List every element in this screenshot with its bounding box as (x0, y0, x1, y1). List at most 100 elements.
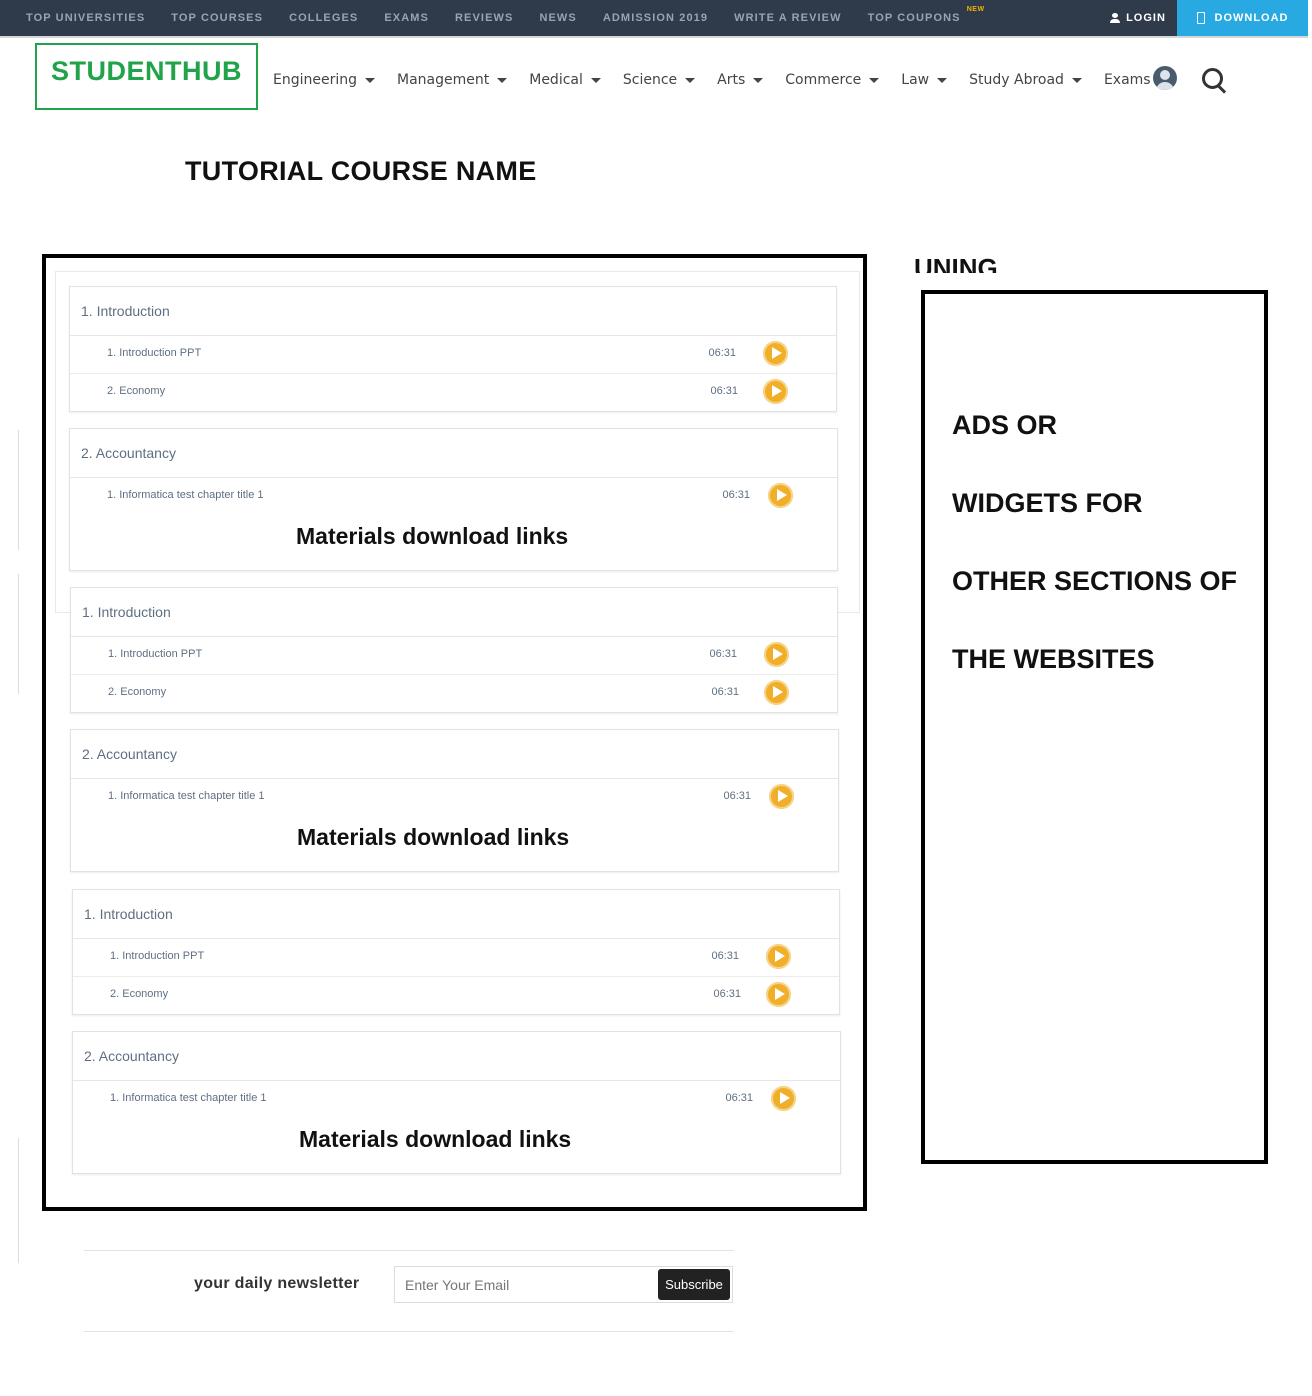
caret-down-icon (1071, 77, 1082, 83)
sidebar-cutoff-heading: UNING (914, 255, 998, 273)
caret-down-icon (869, 77, 880, 83)
lesson-row[interactable]: 2. Economy 06:31 (70, 374, 836, 411)
lesson-title: 1. Informatica test chapter title 1 (107, 489, 264, 501)
lesson-title: 2. Economy (107, 385, 166, 397)
lesson-title: 1. Introduction PPT (107, 347, 202, 359)
lesson-row[interactable]: 1. Introduction PPT 06:31 (71, 637, 837, 675)
new-badge: NEW (966, 6, 985, 13)
newsletter-divider-top (84, 1250, 734, 1251)
caret-down-icon (937, 77, 948, 83)
section-title[interactable]: 1. Introduction (73, 890, 839, 939)
top-bar: TOP UNIVERSITIES TOP COURSES COLLEGES EX… (0, 0, 1308, 36)
course-section: 1. Introduction 1. Introduction PPT 06:3… (72, 889, 840, 1015)
play-icon[interactable] (771, 1086, 796, 1111)
ad-line: ADS OR (952, 410, 1058, 440)
lesson-title: 1. Informatica test chapter title 1 (110, 1092, 267, 1104)
user-avatar-icon[interactable] (1153, 66, 1177, 90)
lesson-duration: 06:31 (723, 790, 751, 802)
ad-line: OTHER SECTIONS OF (952, 566, 1238, 596)
lesson-row[interactable]: 2. Economy 06:31 (73, 977, 839, 1014)
play-icon[interactable] (763, 379, 788, 404)
login-label: LOGIN (1126, 12, 1166, 24)
nav-medical[interactable]: Medical (529, 72, 601, 88)
phone-icon (1196, 12, 1205, 24)
section-title[interactable]: 2. Accountancy (73, 1032, 840, 1081)
caret-down-icon (365, 77, 375, 83)
section-title[interactable]: 2. Accountancy (70, 429, 837, 478)
top-nav-colleges[interactable]: COLLEGES (289, 12, 358, 24)
main-nav: Engineering Management Medical Science A… (273, 66, 1191, 94)
page-edge-line (18, 574, 19, 694)
lesson-duration: 06:31 (711, 686, 739, 698)
section-title[interactable]: 1. Introduction (71, 588, 837, 637)
materials-download-link[interactable]: Materials download links (297, 824, 569, 851)
newsletter-email-input[interactable] (395, 1267, 673, 1302)
sidebar-cutoff-text: UNING (914, 255, 998, 273)
play-icon[interactable] (763, 341, 788, 366)
section-title[interactable]: 1. Introduction (70, 287, 836, 336)
nav-management[interactable]: Management (397, 72, 508, 88)
play-icon[interactable] (764, 642, 789, 667)
lesson-duration: 06:31 (711, 950, 739, 962)
ads-widget-box: ADS OR WIDGETS FOR OTHER SECTIONS OF THE… (921, 290, 1268, 1164)
lesson-row[interactable]: 1. Introduction PPT 06:31 (73, 939, 839, 977)
lesson-row[interactable]: 1. Informatica test chapter title 1 06:3… (73, 1081, 840, 1118)
materials-download-link[interactable]: Materials download links (296, 523, 568, 550)
nav-study-abroad[interactable]: Study Abroad (969, 72, 1082, 88)
nav-commerce[interactable]: Commerce (785, 72, 880, 88)
play-icon[interactable] (766, 944, 791, 969)
materials-download-link[interactable]: Materials download links (299, 1126, 571, 1153)
subscribe-button[interactable]: Subscribe (658, 1269, 730, 1300)
search-icon[interactable] (1202, 68, 1227, 94)
top-nav-coupons[interactable]: TOP COUPONS NEW (867, 6, 985, 24)
nav-label: Science (622, 72, 678, 88)
lesson-duration: 06:31 (708, 347, 736, 359)
top-nav-reviews[interactable]: REVIEWS (455, 12, 513, 24)
top-nav-universities[interactable]: TOP UNIVERSITIES (26, 12, 145, 24)
download-label: DOWNLOAD (1214, 12, 1289, 24)
lesson-duration: 06:31 (710, 385, 738, 397)
play-icon[interactable] (764, 680, 789, 705)
play-icon[interactable] (769, 784, 794, 809)
play-icon[interactable] (768, 483, 793, 508)
lesson-row[interactable]: 1. Introduction PPT 06:31 (70, 336, 836, 374)
lesson-row[interactable]: 1. Informatica test chapter title 1 06:3… (71, 779, 838, 816)
play-icon[interactable] (766, 982, 791, 1007)
lesson-title: 1. Introduction PPT (110, 950, 205, 962)
nav-label: Law (901, 72, 930, 88)
section-title[interactable]: 2. Accountancy (71, 730, 838, 779)
lesson-row[interactable]: 2. Economy 06:31 (71, 675, 837, 712)
ad-line: WIDGETS FOR (952, 488, 1143, 518)
top-nav-admission[interactable]: ADMISSION 2019 (603, 12, 708, 24)
nav-law[interactable]: Law (901, 72, 948, 88)
site-logo[interactable]: STUDENTHUB (35, 43, 258, 110)
top-nav-news[interactable]: NEWS (539, 12, 576, 24)
page-edge-line (18, 1138, 19, 1263)
top-nav-coupons-label: TOP COUPONS (867, 12, 961, 24)
login-button[interactable]: LOGIN (1100, 0, 1176, 36)
top-nav-write-review[interactable]: WRITE A REVIEW (734, 12, 841, 24)
lesson-row[interactable]: 1. Informatica test chapter title 1 06:3… (70, 478, 837, 515)
nav-label: Engineering (273, 72, 357, 88)
caret-down-icon (497, 77, 508, 83)
top-nav-courses[interactable]: TOP COURSES (171, 12, 263, 24)
nav-arts[interactable]: Arts (717, 72, 764, 88)
ad-line: THE WEBSITES (952, 644, 1155, 674)
lesson-duration: 06:31 (725, 1092, 753, 1104)
nav-engineering[interactable]: Engineering (273, 72, 375, 88)
header-divider (0, 36, 1308, 38)
nav-label: Arts (717, 72, 746, 88)
logo-text: STUDENTHUB (51, 56, 242, 86)
top-nav: TOP UNIVERSITIES TOP COURSES COLLEGES EX… (13, 0, 985, 36)
course-section: 1. Introduction 1. Introduction PPT 06:3… (69, 286, 837, 412)
lesson-title: 1. Introduction PPT (108, 648, 203, 660)
nav-label: Medical (529, 72, 583, 88)
caret-down-icon (590, 77, 601, 83)
download-button[interactable]: DOWNLOAD (1177, 0, 1308, 36)
nav-science[interactable]: Science (622, 72, 696, 88)
lesson-title: 2. Economy (110, 988, 169, 1000)
newsletter-divider-bottom (84, 1331, 734, 1332)
top-nav-exams[interactable]: EXAMS (384, 12, 429, 24)
course-section: 1. Introduction 1. Introduction PPT 06:3… (70, 587, 838, 713)
caret-down-icon (753, 77, 764, 83)
